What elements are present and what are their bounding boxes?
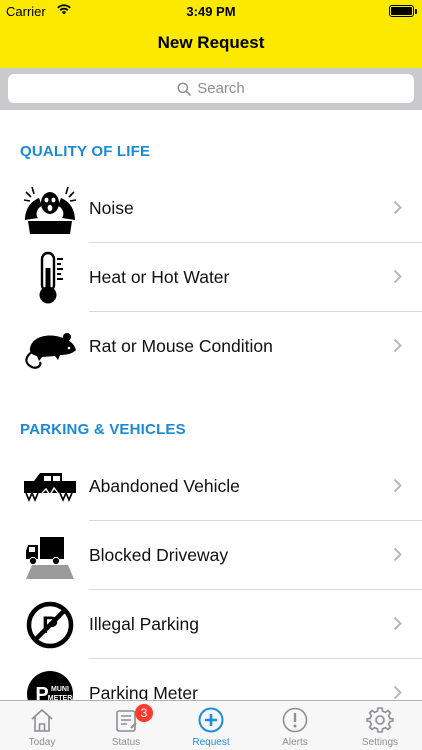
- list-item-label: Abandoned Vehicle: [89, 476, 240, 496]
- tab-settings[interactable]: Settings: [338, 701, 422, 750]
- clock: 3:49 PM: [186, 4, 236, 19]
- chevron-right-icon: [393, 338, 402, 353]
- tab-bar: Today 3 Status Request Alerts Settings: [0, 700, 422, 750]
- list-item-label: Parking Meter: [89, 683, 198, 700]
- list-item-heat-or-hot-water[interactable]: Heat or Hot Water: [0, 243, 422, 312]
- tab-status[interactable]: 3 Status: [84, 701, 168, 750]
- chevron-right-icon: [393, 547, 402, 562]
- noise-icon: [22, 184, 78, 234]
- tab-label: Request: [192, 737, 230, 748]
- blocked-driveway-icon: [22, 531, 78, 581]
- page-title: New Request: [157, 33, 265, 52]
- tab-label: Settings: [361, 737, 399, 748]
- navigation-bar: Carrier 3:49 PM New Request: [0, 0, 422, 68]
- parking-meter-icon: P MUNI METER: [22, 669, 78, 700]
- alert-icon: [282, 707, 308, 733]
- gear-icon: [366, 707, 394, 733]
- rat-icon: [22, 322, 78, 372]
- chevron-right-icon: [393, 200, 402, 215]
- tab-request[interactable]: Request: [169, 701, 253, 750]
- section-header-parking-and-vehicles: PARKING & VEHICLES: [20, 421, 186, 438]
- tab-today[interactable]: Today: [0, 701, 84, 750]
- thermometer-icon: [22, 251, 78, 304]
- list-item-label: Illegal Parking: [89, 614, 199, 634]
- search-placeholder: Search: [197, 80, 245, 97]
- list-item-noise[interactable]: Noise: [0, 174, 422, 243]
- tab-alerts[interactable]: Alerts: [253, 701, 337, 750]
- chevron-right-icon: [393, 269, 402, 284]
- section-header-quality-of-life: QUALITY OF LIFE: [20, 143, 151, 160]
- chevron-right-icon: [393, 478, 402, 493]
- svg-text:P: P: [35, 684, 48, 700]
- list-item-abandoned-vehicle[interactable]: Abandoned Vehicle: [0, 452, 422, 521]
- tab-label: Status: [111, 737, 141, 748]
- tab-label: Alerts: [282, 737, 308, 748]
- home-icon: [31, 708, 53, 732]
- list-item-label: Rat or Mouse Condition: [89, 336, 273, 356]
- list-item-parking-meter[interactable]: P MUNI METER Parking Meter: [0, 659, 422, 700]
- search-input[interactable]: Search: [8, 74, 414, 103]
- add-circle-icon: [198, 707, 224, 733]
- battery-icon: [389, 5, 417, 17]
- search-icon: [177, 81, 192, 96]
- tab-label: Today: [28, 737, 56, 748]
- request-list[interactable]: QUALITY OF LIFE Noise Heat or Hot Water …: [0, 110, 422, 700]
- svg-text:MUNI: MUNI: [51, 686, 69, 693]
- search-bar: Search: [0, 68, 422, 110]
- chevron-right-icon: [393, 616, 402, 631]
- list-item-label: Blocked Driveway: [89, 545, 229, 565]
- no-parking-icon: P: [22, 600, 78, 650]
- status-badge: 3: [135, 704, 153, 722]
- list-item-blocked-driveway[interactable]: Blocked Driveway: [0, 521, 422, 590]
- abandoned-vehicle-icon: [22, 462, 78, 512]
- list-item-label: Noise: [89, 198, 134, 218]
- list-item-rat-or-mouse-condition[interactable]: Rat or Mouse Condition: [0, 312, 422, 381]
- status-bar: Carrier 3:49 PM: [0, 0, 422, 22]
- list-item-illegal-parking[interactable]: P Illegal Parking: [0, 590, 422, 659]
- list-item-label: Heat or Hot Water: [89, 267, 230, 287]
- chevron-right-icon: [393, 685, 402, 700]
